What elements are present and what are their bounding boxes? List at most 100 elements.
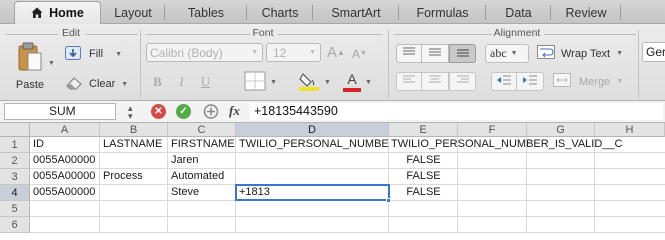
fill-color-button[interactable]: ▼ — [298, 70, 331, 94]
number-format-select[interactable]: Ger — [642, 42, 665, 62]
tab-formulas-label: Formulas — [416, 5, 469, 20]
font-size-dropdown-icon: ▼ — [309, 49, 316, 56]
underline-button[interactable]: U — [196, 73, 215, 91]
wrap-text-label: Wrap Text — [561, 47, 611, 60]
redacted-cell-d4 — [273, 187, 328, 199]
align-bottom-button[interactable] — [449, 44, 476, 63]
column-header-e[interactable]: E — [389, 123, 458, 137]
merge-dropdown-icon: ▼ — [616, 78, 624, 85]
font-color-dropdown-icon: ▼ — [365, 78, 372, 86]
name-box[interactable]: SUM — [4, 103, 116, 120]
cell-c4[interactable]: Steve — [168, 185, 236, 200]
cell-d1[interactable]: TWILIO_PERSONAL_NUMBER — [236, 137, 389, 152]
ribbon-tab-bar: Home Layout Tables Charts SmartArt Formu… — [0, 0, 665, 24]
borders-button[interactable]: ▼ — [244, 71, 277, 93]
fill-down-icon — [65, 45, 81, 63]
cancel-icon[interactable]: ✕ — [151, 104, 166, 119]
cell-e3[interactable]: FALSE — [389, 169, 458, 184]
tab-charts[interactable]: Charts — [247, 1, 313, 24]
font-color-swatch-icon — [343, 88, 361, 92]
redacted-cell-b4 — [104, 186, 164, 200]
text-orientation-button[interactable]: abc ▼ — [485, 44, 529, 63]
merge-button[interactable]: Merge ▼ — [553, 72, 623, 91]
grow-font-button[interactable]: A ▲ — [327, 43, 345, 62]
paste-dropdown-icon[interactable]: ▼ — [48, 60, 55, 67]
cell-e2[interactable]: FALSE — [389, 153, 458, 168]
tab-data[interactable]: Data — [486, 1, 551, 24]
fill-handle[interactable] — [386, 198, 391, 203]
row-header-4[interactable]: 4 — [0, 185, 30, 201]
grow-font-label: A — [327, 44, 338, 61]
row-header-5[interactable]: 5 — [0, 201, 30, 217]
row-header-2[interactable]: 2 — [0, 153, 30, 169]
shrink-font-button[interactable]: A ▼ — [352, 45, 367, 62]
cell-b3[interactable]: Process — [100, 169, 168, 184]
cell-c2[interactable]: Jaren — [168, 153, 236, 168]
paste-button[interactable]: Paste — [10, 42, 50, 97]
cell-c1[interactable]: FIRSTNAME — [168, 137, 236, 152]
name-box-stepper-icon[interactable]: ▴ ▾ — [128, 104, 133, 121]
bold-button[interactable]: B — [148, 73, 167, 91]
wrap-text-icon — [537, 45, 555, 62]
function-wizard-icon[interactable] — [203, 103, 219, 120]
wrap-text-button[interactable]: Wrap Text ▼ — [537, 44, 623, 63]
clear-label: Clear — [89, 78, 116, 90]
cell-a4[interactable]: 0055A00000 — [30, 185, 100, 200]
tab-home[interactable]: Home — [14, 1, 101, 24]
tab-formulas[interactable]: Formulas — [399, 1, 486, 24]
align-top-button[interactable] — [396, 44, 422, 63]
font-name-select[interactable]: Calibri (Body) ▼ — [146, 43, 263, 62]
align-right-button[interactable] — [449, 72, 476, 91]
column-header-b[interactable]: B — [100, 123, 168, 137]
cell-e1[interactable]: TWILIO_PERSONAL_NUMBER_IS_VALID__C — [389, 137, 665, 152]
formula-input[interactable]: +18135443590 — [250, 103, 663, 120]
font-size-select[interactable]: 12 ▼ — [266, 43, 321, 62]
column-header-c[interactable]: C — [168, 123, 236, 137]
font-color-button[interactable]: A ▼ — [343, 70, 372, 94]
column-header-h[interactable]: H — [595, 123, 665, 137]
cell-a1[interactable]: ID — [30, 137, 100, 152]
tab-review[interactable]: Review — [551, 1, 621, 24]
tab-smartart[interactable]: SmartArt — [313, 1, 399, 24]
row-header-3[interactable]: 3 — [0, 169, 30, 185]
enter-check-icon[interactable]: ✓ — [176, 104, 191, 119]
increase-indent-button[interactable] — [517, 72, 544, 91]
text-orientation-label: abc — [490, 46, 507, 60]
eraser-icon — [65, 76, 83, 93]
align-left-button[interactable] — [396, 72, 422, 91]
cell-a3[interactable]: 0055A00000 — [30, 169, 100, 184]
column-header-a[interactable]: A — [30, 123, 100, 137]
fill-label: Fill — [89, 48, 104, 60]
column-header-f[interactable]: F — [458, 123, 527, 137]
italic-label: I — [179, 74, 184, 89]
tab-smartart-label: SmartArt — [331, 5, 381, 20]
italic-button[interactable]: I — [172, 73, 191, 91]
merge-icon — [553, 73, 571, 90]
tab-layout[interactable]: Layout — [101, 1, 165, 24]
bold-label: B — [153, 74, 162, 89]
tab-home-label: Home — [49, 6, 84, 20]
tab-charts-label: Charts — [261, 5, 299, 20]
align-center-button[interactable] — [422, 72, 449, 91]
select-all-corner[interactable] — [0, 123, 30, 137]
fill-button[interactable]: Fill ▼ — [65, 45, 122, 63]
column-header-g[interactable]: G — [527, 123, 595, 137]
tab-review-label: Review — [565, 5, 607, 20]
row-header-6[interactable]: 6 — [0, 217, 30, 233]
cell-b1[interactable]: LASTNAME — [100, 137, 168, 152]
decrease-indent-button[interactable] — [491, 72, 517, 91]
clear-button[interactable]: Clear ▼ — [65, 75, 128, 93]
merge-label: Merge — [579, 75, 611, 88]
text-orientation-dropdown-icon: ▼ — [510, 50, 518, 57]
row-header-1[interactable]: 1 — [0, 137, 30, 153]
cell-e4[interactable]: FALSE — [389, 185, 458, 200]
tab-tables[interactable]: Tables — [165, 1, 247, 24]
align-middle-button[interactable] — [422, 44, 449, 63]
cell-c3[interactable]: Automated — [168, 169, 236, 184]
shrink-font-label: A — [352, 46, 361, 61]
cell-a2[interactable]: 0055A00000 — [30, 153, 100, 168]
paste-label: Paste — [15, 79, 45, 91]
group-label-edit: Edit — [61, 27, 81, 39]
column-header-d[interactable]: D — [236, 123, 389, 137]
underline-label: U — [200, 74, 211, 89]
